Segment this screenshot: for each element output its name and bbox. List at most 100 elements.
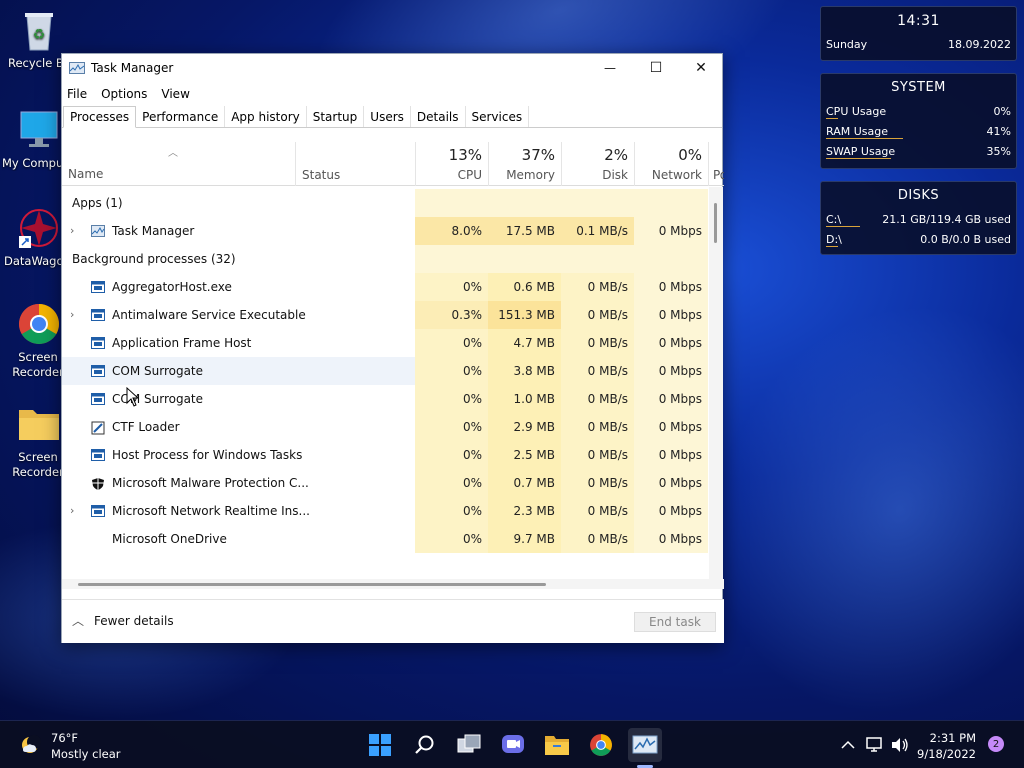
volume-tray-button[interactable] <box>886 731 914 759</box>
process-row[interactable]: COM Surrogate 0% 1.0 MB 0 MB/s 0 Mbps <box>62 385 708 413</box>
show-hidden-icons-button[interactable] <box>834 731 862 759</box>
process-mem-cell: 2.3 MB <box>488 497 561 525</box>
column-status-cell[interactable]: Status <box>295 142 415 186</box>
process-disk-cell: 0 MB/s <box>561 273 634 301</box>
process-disk-cell: 0 MB/s <box>561 469 634 497</box>
process-disk-cell: 0 MB/s <box>561 385 634 413</box>
folder-icon <box>17 402 61 446</box>
tab-strip: Processes Performance App history Startu… <box>62 106 722 128</box>
start-button[interactable] <box>366 731 394 759</box>
column-network[interactable]: 0% Network <box>634 142 708 186</box>
system-usage-bar <box>826 118 838 119</box>
process-net-cell: 0 Mbps <box>634 413 708 441</box>
process-row[interactable]: Microsoft Malware Protection C... 0% 0.7 M… <box>62 469 708 497</box>
tab-app-history[interactable]: App history <box>225 106 307 127</box>
process-row[interactable]: › Antimalware Service Executable 0.3% 151.3… <box>62 301 708 329</box>
process-net-cell: 0 Mbps <box>634 329 708 357</box>
network-total: 0% <box>678 146 702 164</box>
process-row[interactable]: › Microsoft Network Realtime Ins... 0% 2.3 … <box>62 497 708 525</box>
recycle-bin-icon: ♻ <box>17 8 61 52</box>
group-header[interactable]: Background processes (32) <box>62 245 708 273</box>
column-cpu[interactable]: 13% CPU <box>415 142 488 186</box>
process-row[interactable]: Microsoft OneDrive 0% 9.7 MB 0 MB/s 0 Mbps <box>62 525 708 553</box>
process-row[interactable]: COM Surrogate 0% 3.8 MB 0 MB/s 0 Mbps <box>62 357 708 385</box>
process-disk-cell: 0 MB/s <box>561 357 634 385</box>
process-net-cell: 0 Mbps <box>634 217 708 245</box>
process-cpu-cell: 0% <box>415 273 488 301</box>
process-cpu-cell: 0.3% <box>415 301 488 329</box>
process-row[interactable]: AggregatorHost.exe 0% 0.6 MB 0 MB/s 0 Mbps <box>62 273 708 301</box>
vertical-scrollbar[interactable] <box>709 187 723 579</box>
desktop-icon-label: My Computer <box>2 156 62 170</box>
tab-details[interactable]: Details <box>411 106 466 127</box>
minimize-button[interactable]: — <box>587 54 633 82</box>
group-heat-cell <box>561 245 634 273</box>
menu-options[interactable]: Options <box>101 87 147 101</box>
tab-performance[interactable]: Performance <box>136 106 226 127</box>
horizontal-scrollbar[interactable] <box>62 579 724 589</box>
tab-users[interactable]: Users <box>364 106 411 127</box>
notification-badge[interactable]: 2 <box>988 736 1004 752</box>
system-label: CPU Usage <box>826 104 887 118</box>
taskbar-date: 9/18/2022 <box>917 747 976 761</box>
process-row[interactable]: Application Frame Host 0% 4.7 MB 0 MB/s 0 Mb… <box>62 329 708 357</box>
close-button[interactable]: ✕ <box>678 54 724 82</box>
task-view-button[interactable] <box>455 731 483 759</box>
process-name-cell: COM Surrogate <box>62 385 295 413</box>
network-tray-button[interactable] <box>861 731 889 759</box>
chat-button[interactable] <box>499 731 527 759</box>
process-cpu-cell: 0% <box>415 329 488 357</box>
column-name[interactable]: Name <box>68 167 103 181</box>
system-row: RAM Usage 41% <box>821 121 1016 141</box>
mouse-cursor-icon <box>126 387 138 407</box>
tab-services[interactable]: Services <box>466 106 530 127</box>
process-list[interactable]: Apps (1) › Task Manager 8.0% 17.5 MB 0.1 MB/s… <box>62 187 708 579</box>
process-row[interactable]: Host Process for Windows Tasks 0% 2.5 MB 0 … <box>62 441 708 469</box>
weather-temperature: 76°F <box>51 731 78 745</box>
process-cpu-cell: 8.0% <box>415 217 488 245</box>
disk-label: Disk <box>602 168 628 182</box>
tab-processes[interactable]: Processes <box>63 106 137 128</box>
column-status: Status <box>302 168 341 182</box>
column-disk[interactable]: 2% Disk <box>561 142 634 186</box>
task-manager-window[interactable]: Task Manager — ☐ ✕ File Options View Pro… <box>61 53 724 643</box>
process-net-cell: 0 Mbps <box>634 385 708 413</box>
maximize-button[interactable]: ☐ <box>633 54 679 82</box>
disk-row: C:\ 21.1 GB/119.4 GB used <box>821 209 1016 229</box>
monitor-icon <box>17 108 61 152</box>
weather-icon[interactable] <box>16 731 44 759</box>
task-view-icon <box>457 734 481 753</box>
search-button[interactable] <box>411 731 439 759</box>
system-usage-bar <box>826 138 903 139</box>
end-task-button[interactable]: End task <box>634 612 716 632</box>
task-manager-icon <box>69 62 85 74</box>
process-mem-cell: 2.5 MB <box>488 441 561 469</box>
menu-view[interactable]: View <box>161 87 189 101</box>
system-widget-title: SYSTEM <box>891 80 946 95</box>
process-net-cell: 0 Mbps <box>634 497 708 525</box>
tab-startup[interactable]: Startup <box>307 106 365 127</box>
process-name-cell: Antimalware Service Executable <box>62 301 306 329</box>
process-name: AggregatorHost.exe <box>112 280 232 294</box>
group-header[interactable]: Apps (1) <box>62 189 708 217</box>
horizontal-scroll-thumb[interactable] <box>78 583 546 586</box>
menu-file[interactable]: File <box>67 87 87 101</box>
process-row[interactable]: CTF Loader 0% 2.9 MB 0 MB/s 0 Mbps <box>62 413 708 441</box>
vertical-scroll-thumb[interactable] <box>714 203 717 243</box>
process-row[interactable]: › Task Manager 8.0% 17.5 MB 0.1 MB/s 0 Mbps <box>62 217 708 245</box>
process-disk-cell: 0 MB/s <box>561 441 634 469</box>
process-cpu-cell: 0% <box>415 469 488 497</box>
column-memory[interactable]: 37% Memory <box>488 142 561 186</box>
group-heat-cell <box>634 189 708 217</box>
column-power[interactable]: Po <box>708 142 724 186</box>
process-name-cell: Microsoft Network Realtime Ins... <box>62 497 310 525</box>
desktop-icon-label: Screen Recorder <box>12 350 64 379</box>
chrome-button[interactable] <box>587 731 615 759</box>
task-manager-taskbar-button[interactable] <box>628 728 662 762</box>
fewer-details-button[interactable]: ︿ Fewer details <box>72 612 174 629</box>
file-explorer-button[interactable] <box>543 731 571 759</box>
title-bar[interactable]: Task Manager — ☐ ✕ <box>62 54 722 82</box>
taskbar-clock[interactable]: 2:31 PM 9/18/2022 <box>917 730 976 762</box>
process-name-cell: Host Process for Windows Tasks <box>62 441 302 469</box>
minimize-icon: — <box>604 61 616 75</box>
